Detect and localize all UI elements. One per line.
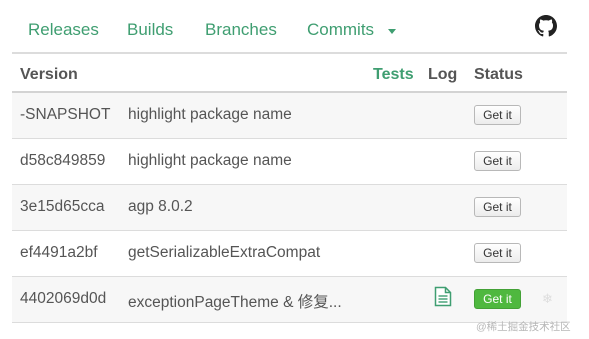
document-icon[interactable]	[434, 286, 452, 307]
table-row: d58c849859 highlight package name Get it	[12, 139, 567, 185]
header-version: Version	[20, 66, 78, 83]
nav-commits[interactable]: Commits	[307, 20, 374, 40]
watermark: @稀土掘金技术社区	[476, 321, 571, 333]
version-cell[interactable]: -SNAPSHOT	[20, 106, 110, 124]
commit-message: exceptionPageTheme & 修复...	[128, 294, 342, 311]
version-cell[interactable]: ef4491a2bf	[20, 244, 98, 262]
nav-releases[interactable]: Releases	[28, 20, 99, 40]
builds-table: Version Tests Log Status -SNAPSHOT highl…	[12, 52, 567, 323]
chevron-down-icon[interactable]	[388, 29, 396, 34]
get-it-button[interactable]: Get it	[474, 289, 521, 309]
table-row: 3e15d65cca agp 8.0.2 Get it	[12, 185, 567, 231]
get-it-button[interactable]: Get it	[474, 151, 521, 171]
commit-message: getSerializableExtraCompat	[128, 244, 321, 261]
header-log: Log	[428, 66, 458, 83]
version-cell[interactable]: 3e15d65cca	[20, 198, 104, 216]
commit-message: agp 8.0.2	[128, 198, 193, 215]
get-it-button[interactable]: Get it	[474, 243, 521, 263]
table-row: ef4491a2bf getSerializableExtraCompat Ge…	[12, 231, 567, 277]
header-tests[interactable]: Tests	[373, 66, 414, 84]
nav-branches[interactable]: Branches	[205, 20, 277, 40]
table-row: 4402069d0d exceptionPageTheme & 修复... Ge…	[12, 277, 567, 323]
commit-message: highlight package name	[128, 106, 292, 123]
nav-builds[interactable]: Builds	[127, 20, 173, 40]
table-row: -SNAPSHOT highlight package name Get it	[12, 93, 567, 139]
get-it-button[interactable]: Get it	[474, 105, 521, 125]
header-status: Status	[474, 66, 523, 83]
top-nav: Releases Builds Branches Commits	[0, 0, 589, 54]
table-header: Version Tests Log Status	[12, 52, 567, 93]
get-it-button[interactable]: Get it	[474, 197, 521, 217]
github-icon[interactable]	[535, 15, 557, 37]
version-cell[interactable]: d58c849859	[20, 152, 105, 170]
version-cell[interactable]: 4402069d0d	[20, 290, 106, 308]
snowflake-icon: ❄	[542, 291, 553, 306]
commit-message: highlight package name	[128, 152, 292, 169]
